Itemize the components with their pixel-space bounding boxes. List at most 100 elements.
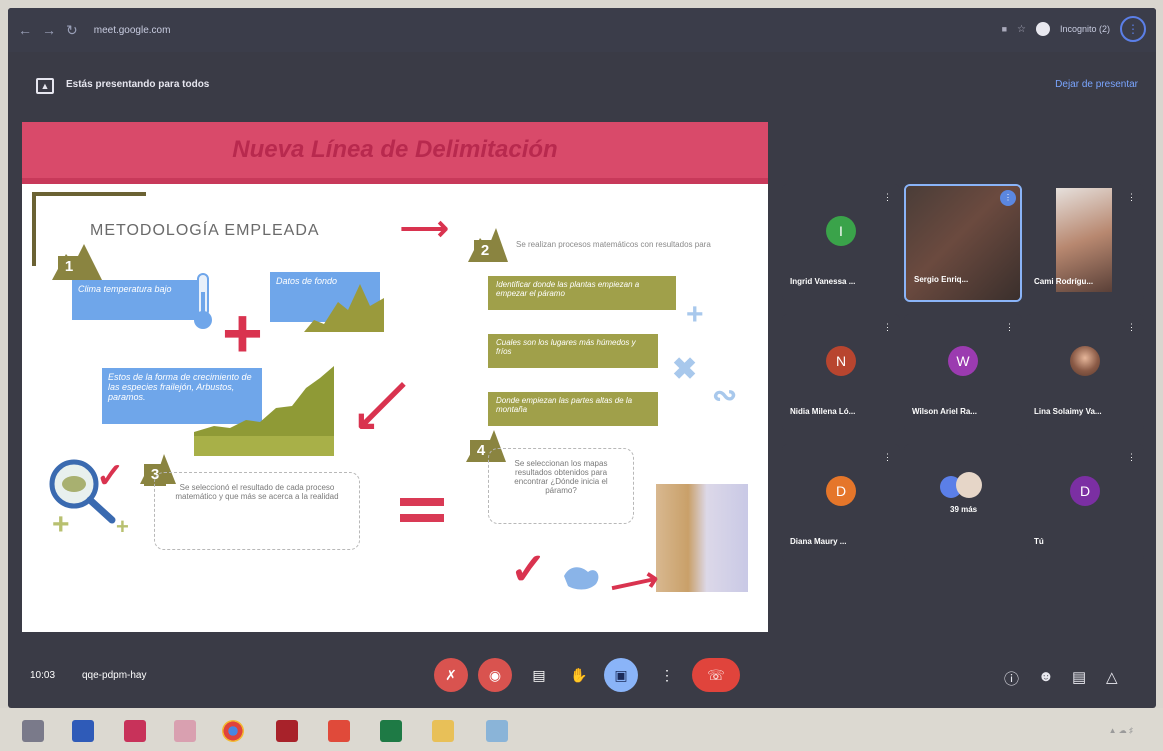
rising-hills-graphic: [194, 366, 334, 456]
participant-tile[interactable]: ⋮ Lina Solaimy Va...: [1026, 314, 1144, 432]
paint-icon[interactable]: [174, 720, 196, 742]
slide-title: Nueva Línea de Delimitación: [232, 136, 558, 163]
present-icon: ▲: [36, 78, 54, 94]
avatar: D: [826, 476, 856, 506]
word-icon[interactable]: [72, 720, 94, 742]
red-arrow-2: ⟶: [341, 365, 425, 449]
menu-icon[interactable]: ⋮: [1120, 16, 1146, 42]
meeting-code: qqe-pdpm-hay: [82, 670, 147, 681]
star-icon[interactable]: ☆: [1017, 24, 1026, 35]
red-arrow-1: ⟶: [400, 210, 449, 248]
participant-name: Ingrid Vanessa ...: [790, 277, 856, 286]
start-icon[interactable]: [22, 720, 44, 742]
presentation-slide: Nueva Línea de Delimitación METODOLOGÍA …: [22, 122, 768, 632]
thermometer-icon: [194, 273, 212, 329]
avatar: D: [1070, 476, 1100, 506]
app-icon[interactable]: [124, 720, 146, 742]
hills-graphic: [304, 284, 384, 332]
avatar-photo: [1070, 346, 1100, 376]
excel-icon[interactable]: [380, 720, 402, 742]
browser-right: ■ ☆ Incognito (2) ⋮: [1002, 16, 1146, 42]
info-icon[interactable]: ⓘ: [1004, 668, 1019, 689]
presenting-text: Estás presentando para todos: [66, 79, 210, 90]
step2-band-3: Donde empiezan las partes altas de la mo…: [488, 392, 658, 426]
url-bar[interactable]: meet.google.com: [94, 25, 171, 36]
people-icon[interactable]: ☻: [1038, 668, 1054, 685]
participant-name: Diana Maury ...: [790, 537, 847, 546]
participant-name: Wilson Ariel Ra...: [912, 407, 977, 416]
camera-icon[interactable]: ■: [1002, 24, 1007, 34]
incognito-icon[interactable]: [1035, 22, 1050, 36]
participant-tile[interactable]: ⋮ N Nidia Milena Ló...: [782, 314, 900, 432]
plus-decoration: +: [116, 514, 129, 539]
mic-off-icon: ⋮: [1127, 452, 1136, 462]
more-options-button[interactable]: ⋮: [650, 658, 684, 692]
system-tray[interactable]: ▲ ☁ ♯: [1109, 726, 1133, 735]
plus-sign: +: [222, 294, 263, 372]
checkmark-icon: ✓: [96, 457, 125, 495]
forward-icon[interactable]: →: [42, 22, 56, 38]
folder-icon[interactable]: [432, 720, 454, 742]
raise-hand-button[interactable]: ✋: [562, 658, 596, 692]
participant-tile[interactable]: ⋮ D Diana Maury ...: [782, 444, 900, 562]
mic-off-icon: ⋮: [1005, 322, 1014, 332]
speaking-indicator-icon: ⋮: [1000, 190, 1016, 206]
equals-top: [400, 498, 444, 506]
participant-tile[interactable]: ⋮ I Ingrid Vanessa ...: [782, 184, 900, 302]
participant-name: Cami Rodrígu...: [1034, 277, 1094, 286]
chat-icon[interactable]: ▤: [1072, 668, 1086, 686]
plus-decoration: ✖: [672, 353, 698, 386]
step-2-number: 2: [474, 240, 496, 262]
mic-off-icon: ⋮: [1127, 322, 1136, 332]
step2-band-2: Cuales son los lugares más húmedos y frí…: [488, 334, 658, 368]
step-1-number: 1: [58, 256, 80, 278]
file-icon[interactable]: [486, 720, 508, 742]
result-map-image: [656, 484, 748, 592]
pdf-icon[interactable]: [328, 720, 350, 742]
camera-toggle-button[interactable]: ◉: [478, 658, 512, 692]
step2-band-1: Identificar donde las plantas empiezan a…: [488, 276, 676, 310]
participant-tile[interactable]: ⋮ Cami Rodrígu...: [1026, 184, 1144, 302]
participant-name: Nidia Milena Ló...: [790, 407, 856, 416]
more-participants-label: 39 más: [950, 505, 978, 514]
participant-name: Sergio Enriq...: [914, 275, 969, 284]
browser-bar: ← → ↻ meet.google.com ■ ☆ Incognito (2) …: [8, 8, 1156, 52]
stop-presenting-button[interactable]: Dejar de presentar: [1055, 79, 1138, 90]
back-icon[interactable]: ←: [18, 22, 32, 38]
red-arrow-3: ⟶: [606, 559, 663, 607]
participant-tile[interactable]: ⋮ Sergio Enriq...: [904, 184, 1022, 302]
leave-call-button[interactable]: ☏: [692, 658, 740, 692]
more-avatars: [940, 472, 986, 502]
participant-name: Lina Solaimy Va...: [1034, 407, 1102, 416]
mic-toggle-button[interactable]: ✗: [434, 658, 468, 692]
plus-decoration: ∾: [712, 379, 738, 412]
slide-subtitle: METODOLOGÍA EMPLEADA: [90, 222, 320, 239]
step1-box-climate: Clima temperatura bajo: [72, 280, 202, 320]
participant-grid: ⋮ I Ingrid Vanessa ... ⋮ Sergio Enriq...…: [778, 184, 1144, 584]
participant-tile[interactable]: 39 más: [904, 444, 1022, 562]
step2-intro: Se realizan procesos matemáticos con res…: [516, 240, 711, 249]
checkmark-icon: ✓: [510, 545, 547, 594]
chrome-icon[interactable]: [222, 720, 244, 742]
mic-off-icon: ⋮: [883, 192, 892, 202]
present-button[interactable]: ▣: [604, 658, 638, 692]
access-icon[interactable]: [276, 720, 298, 742]
participant-name: Tú: [1034, 537, 1044, 546]
avatar: I: [826, 216, 856, 246]
meeting-controls: 10:03 qqe-pdpm-hay ✗ ◉ ▤ ✋ ▣ ⋮ ☏ ⓘ ☻ ▤ △: [8, 638, 1156, 708]
captions-button[interactable]: ▤: [522, 658, 556, 692]
participant-tile[interactable]: ⋮ W Wilson Ariel Ra...: [904, 314, 1022, 432]
map-graphic: [564, 567, 599, 590]
slide-header: Nueva Línea de Delimitación: [22, 122, 768, 184]
activities-icon[interactable]: △: [1106, 668, 1118, 686]
step3-box: Se seleccionó el resultado de cada proce…: [154, 472, 360, 550]
mic-off-icon: ⋮: [883, 322, 892, 332]
step4-box: Se seleccionan los mapas resultados obte…: [488, 448, 634, 524]
reload-icon[interactable]: ↻: [66, 22, 78, 39]
mic-off-icon: ⋮: [883, 452, 892, 462]
participant-tile[interactable]: ⋮ D Tú: [1026, 444, 1144, 562]
avatar: W: [948, 346, 978, 376]
avatar: N: [826, 346, 856, 376]
taskbar: ▲ ☁ ♯: [0, 708, 1163, 751]
equals-bottom: [400, 514, 444, 522]
